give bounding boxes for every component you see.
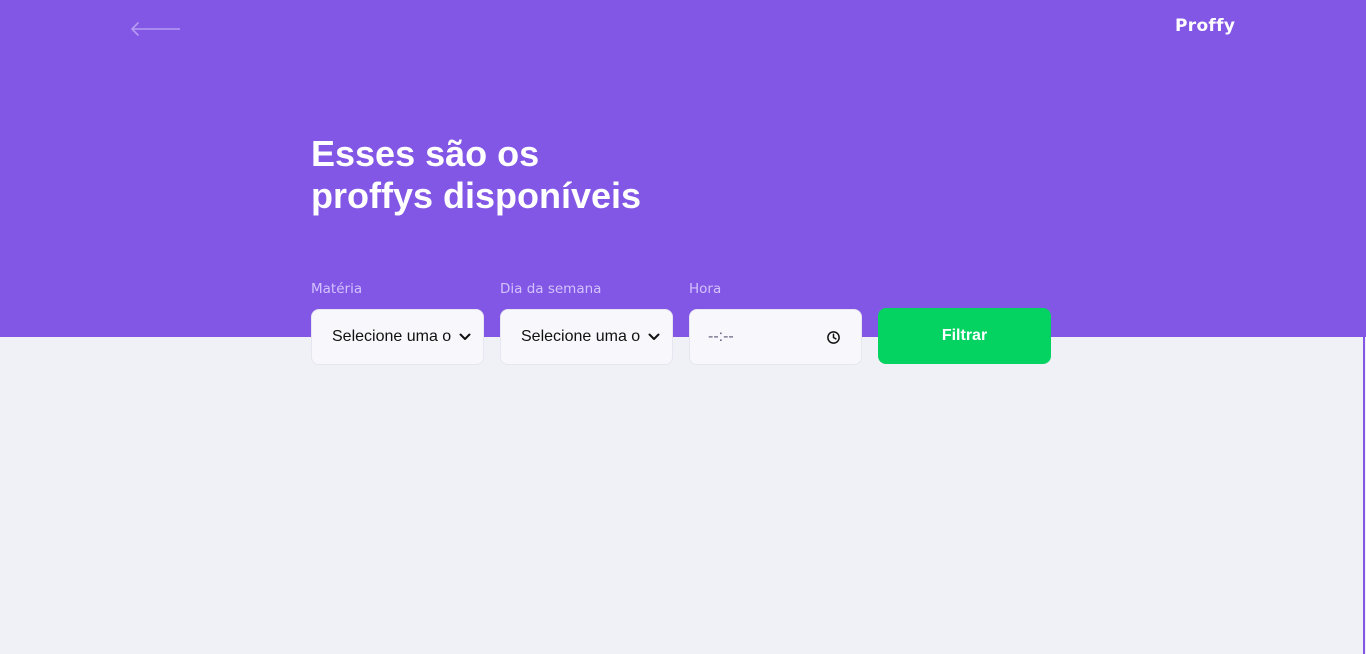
page-title: Esses são os proffys disponíveis <box>311 133 731 217</box>
chevron-down-icon <box>459 333 471 340</box>
time-input[interactable]: --:-- <box>689 309 862 365</box>
time-label: Hora <box>689 281 722 297</box>
week-day-field: Dia da semana Selecione uma o <box>500 280 673 365</box>
arrow-left-icon <box>131 22 180 36</box>
page-title-line-1: Esses são os <box>311 133 540 174</box>
time-field: Hora --:-- <box>689 280 862 365</box>
page-title-line-2: proffys disponíveis <box>311 175 642 216</box>
subject-label: Matéria <box>311 281 363 297</box>
filter-button[interactable]: Filtrar <box>878 308 1051 364</box>
back-button[interactable] <box>128 18 184 40</box>
subject-select-value: Selecione uma o <box>332 328 452 345</box>
chevron-down-icon <box>648 333 660 340</box>
page-edge-divider <box>1363 337 1365 654</box>
week-day-select[interactable]: Selecione uma o <box>500 309 673 365</box>
week-day-label: Dia da semana <box>500 281 602 297</box>
logo: Proffy <box>1175 16 1236 36</box>
week-day-select-value: Selecione uma o <box>521 328 641 345</box>
subject-select[interactable]: Selecione uma o <box>311 309 484 365</box>
clock-icon[interactable] <box>826 330 841 345</box>
page-header: Proffy Esses são os proffys disponíveis <box>0 0 1366 337</box>
top-bar: Proffy <box>0 0 1366 60</box>
subject-field: Matéria Selecione uma o <box>311 280 484 365</box>
time-input-value: --:-- <box>708 328 734 345</box>
